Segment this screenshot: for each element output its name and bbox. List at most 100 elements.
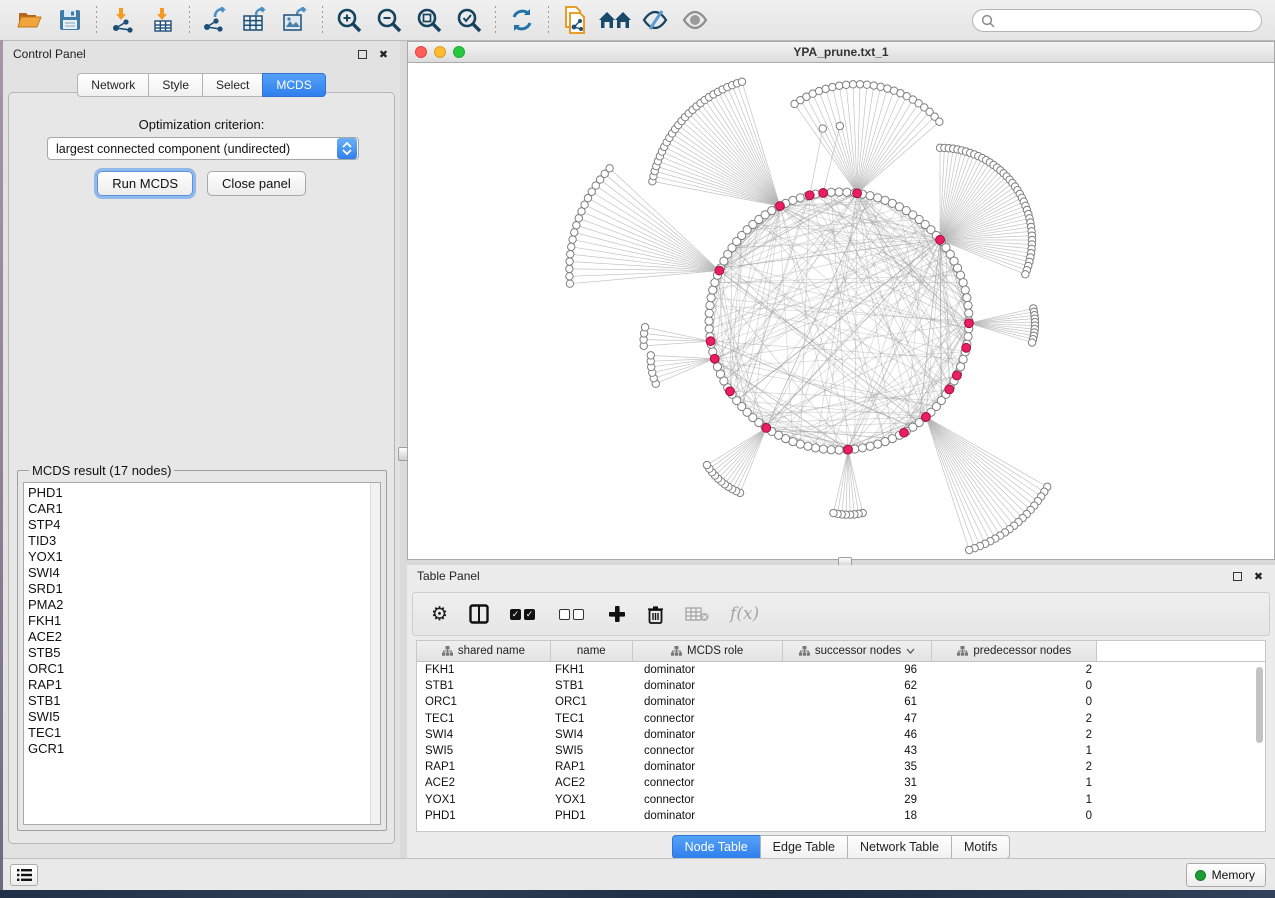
- graph-node[interactable]: [829, 83, 836, 90]
- graph-node[interactable]: [641, 324, 648, 331]
- graph-node[interactable]: [819, 445, 827, 453]
- graph-node[interactable]: [566, 280, 573, 287]
- graph-node[interactable]: [835, 188, 843, 196]
- import-network-button[interactable]: [103, 3, 143, 37]
- table-row[interactable]: RAP1RAP1dominator352: [417, 759, 1265, 775]
- zoom-selected-button[interactable]: [449, 3, 489, 37]
- graph-node[interactable]: [830, 509, 837, 516]
- graph-node[interactable]: [836, 82, 843, 89]
- result-list-scrollbar[interactable]: [370, 483, 380, 824]
- graph-node[interactable]: [965, 309, 973, 317]
- graph-node[interactable]: [706, 301, 714, 309]
- graph-node[interactable]: [963, 294, 971, 302]
- mcds-hub-node[interactable]: [952, 371, 961, 380]
- column-header-MCDS-role[interactable]: MCDS role: [633, 641, 783, 661]
- table-row[interactable]: PHD1PHD1dominator180: [417, 808, 1265, 824]
- hide-panels-button[interactable]: [635, 3, 675, 37]
- column-header-name[interactable]: name: [551, 641, 633, 661]
- mcds-result-item[interactable]: PHD1: [28, 485, 380, 501]
- network-graph-canvas[interactable]: [408, 63, 1274, 559]
- graph-node[interactable]: [705, 309, 713, 317]
- show-eye-button[interactable]: [675, 3, 715, 37]
- mcds-result-item[interactable]: ORC1: [28, 661, 380, 677]
- graph-node[interactable]: [858, 444, 866, 452]
- tab-network[interactable]: Network: [77, 73, 148, 97]
- mcds-result-item[interactable]: FKH1: [28, 613, 380, 629]
- mcds-hub-node[interactable]: [805, 191, 814, 200]
- save-session-button[interactable]: [50, 3, 90, 37]
- graph-node[interactable]: [707, 294, 715, 302]
- mcds-hub-node[interactable]: [844, 445, 853, 454]
- tab-style[interactable]: Style: [148, 73, 202, 97]
- graph-node[interactable]: [856, 81, 863, 88]
- mcds-result-item[interactable]: STB1: [28, 693, 380, 709]
- vertical-splitter[interactable]: [400, 41, 407, 858]
- table-row[interactable]: ORC1ORC1dominator610: [417, 694, 1265, 710]
- mcds-hub-node[interactable]: [900, 428, 909, 437]
- graph-node[interactable]: [647, 352, 654, 359]
- table-row[interactable]: YOX1YOX1connector291: [417, 792, 1265, 808]
- tab-motifs[interactable]: Motifs: [951, 835, 1010, 859]
- graph-node[interactable]: [811, 444, 819, 452]
- graph-node[interactable]: [567, 250, 574, 257]
- column-header-shared-name[interactable]: shared name: [417, 641, 551, 661]
- mcds-result-item[interactable]: GCR1: [28, 741, 380, 757]
- open-file-button[interactable]: [10, 3, 50, 37]
- mcds-hub-node[interactable]: [715, 266, 724, 275]
- table-row[interactable]: ACE2ACE2connector311: [417, 775, 1265, 791]
- graph-node[interactable]: [573, 222, 580, 229]
- select-all-columns-button[interactable]: ✓✓: [510, 609, 538, 620]
- graph-node[interactable]: [709, 286, 717, 294]
- delete-column-button[interactable]: [647, 605, 664, 624]
- graph-node[interactable]: [575, 215, 582, 222]
- search-input[interactable]: [995, 14, 1261, 28]
- task-history-button[interactable]: [10, 864, 38, 886]
- unselect-all-columns-button[interactable]: [559, 609, 587, 620]
- graph-node[interactable]: [827, 446, 835, 454]
- graph-node[interactable]: [566, 265, 573, 272]
- graph-node[interactable]: [822, 85, 829, 92]
- graph-node[interactable]: [874, 440, 882, 448]
- graph-node[interactable]: [804, 442, 812, 450]
- graph-node[interactable]: [566, 273, 573, 280]
- first-neighbors-button[interactable]: [595, 3, 635, 37]
- float-table-panel-button[interactable]: [1231, 570, 1244, 583]
- scrollbar-thumb[interactable]: [1256, 667, 1263, 743]
- graph-node[interactable]: [877, 83, 884, 90]
- graph-node[interactable]: [842, 81, 849, 88]
- mcds-result-item[interactable]: ACE2: [28, 629, 380, 645]
- mcds-result-item[interactable]: TEC1: [28, 725, 380, 741]
- graph-node[interactable]: [606, 165, 613, 172]
- graph-node[interactable]: [705, 317, 713, 325]
- column-header-successor-nodes[interactable]: successor nodes: [783, 641, 933, 661]
- graph-node[interactable]: [796, 194, 804, 202]
- mcds-hub-node[interactable]: [776, 202, 785, 211]
- graph-node[interactable]: [959, 279, 967, 287]
- show-columns-button[interactable]: [469, 604, 489, 624]
- table-settings-button[interactable]: ⚙: [431, 605, 448, 624]
- run-mcds-button[interactable]: Run MCDS: [97, 171, 193, 196]
- table-row[interactable]: SWI4SWI4dominator462: [417, 727, 1265, 743]
- graph-node[interactable]: [866, 192, 874, 200]
- memory-button[interactable]: Memory: [1186, 863, 1266, 887]
- mcds-result-item[interactable]: YOX1: [28, 549, 380, 565]
- graph-node[interactable]: [866, 442, 874, 450]
- table-row[interactable]: TEC1TEC1connector472: [417, 711, 1265, 727]
- zoom-out-button[interactable]: [369, 3, 409, 37]
- export-table-button[interactable]: [236, 3, 276, 37]
- add-column-button[interactable]: [608, 605, 626, 623]
- tab-network-table[interactable]: Network Table: [847, 835, 951, 859]
- graph-node[interactable]: [863, 81, 870, 88]
- graph-node[interactable]: [835, 446, 843, 454]
- mcds-result-item[interactable]: SRD1: [28, 581, 380, 597]
- graph-node[interactable]: [936, 118, 943, 125]
- tab-mcds[interactable]: MCDS: [262, 73, 325, 97]
- graph-node[interactable]: [819, 125, 826, 132]
- graph-node[interactable]: [705, 325, 713, 333]
- zoom-fit-button[interactable]: [409, 3, 449, 37]
- mcds-result-item[interactable]: CAR1: [28, 501, 380, 517]
- float-panel-button[interactable]: [356, 48, 369, 61]
- mcds-result-item[interactable]: RAP1: [28, 677, 380, 693]
- import-table-button[interactable]: [143, 3, 183, 37]
- graph-node[interactable]: [964, 332, 972, 340]
